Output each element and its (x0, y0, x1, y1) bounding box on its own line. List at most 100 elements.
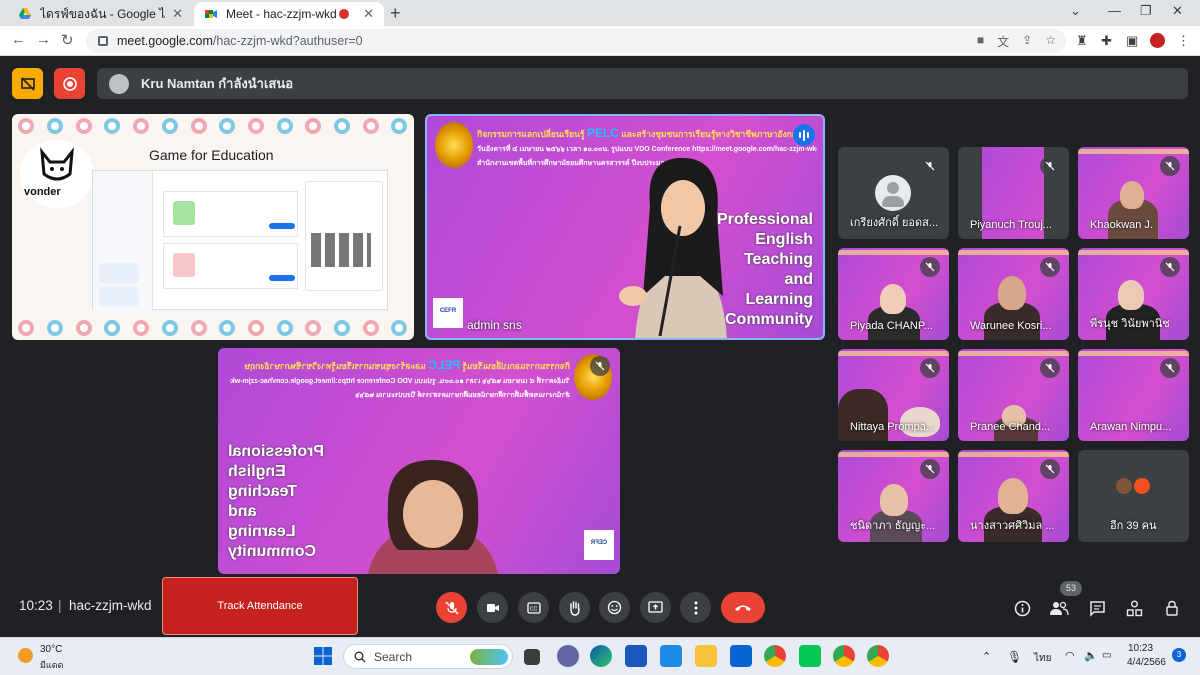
share-icon[interactable]: ⇪ (1022, 33, 1032, 50)
participant-tile[interactable]: Nittaya Prompa... (838, 349, 949, 441)
notification-badge[interactable]: 3 (1172, 648, 1186, 662)
word-icon[interactable] (625, 645, 647, 667)
reactions-button[interactable] (599, 592, 630, 623)
profile-avatar[interactable] (1150, 33, 1165, 48)
mic-toggle-button[interactable] (436, 592, 467, 623)
meeting-clock: 10:23 (19, 598, 53, 613)
participant-name: นางสาวศศิวิมล ... (970, 520, 1055, 532)
forward-icon[interactable]: → (36, 31, 51, 48)
speaker-tile-admin-sns[interactable]: กิจกรรมการแลกเปลี่ยนเรียนรู้ PELC และสร้… (425, 114, 825, 340)
edge-icon[interactable] (590, 645, 612, 667)
participant-tile[interactable]: ชนิดาภา ธัญญะ... (838, 450, 949, 542)
teams-chat-icon[interactable] (557, 645, 579, 667)
speaker-tile-kru-namtan[interactable]: กิจกรรมการแลกเปลี่ยนเรียนรู้ PELC และสร้… (218, 348, 620, 574)
muted-mic-icon (920, 459, 940, 479)
slide-title: Game for Education (149, 147, 274, 163)
url-input[interactable]: meet.google.com /hac-zzjm-wkd?authuser=0… (86, 29, 1066, 53)
more-options-button[interactable] (680, 592, 711, 623)
reload-icon[interactable]: ↻ (61, 31, 74, 49)
record-icon (62, 76, 77, 91)
donut-border-top (12, 116, 414, 136)
windows-start-icon[interactable] (313, 646, 335, 668)
more-participants-tile[interactable]: อีก 39 คน (1078, 450, 1189, 542)
vonder-app-screenshot (92, 170, 388, 311)
l-app-icon[interactable] (660, 645, 682, 667)
participant-name: Arawan Nimpu... (1090, 421, 1172, 433)
extension-icon[interactable]: ♜ (1076, 33, 1088, 49)
participant-avatar (1114, 476, 1134, 496)
raise-hand-button[interactable] (559, 592, 590, 623)
speaker-video-person (619, 157, 727, 338)
input-language[interactable]: ไทย (1034, 651, 1051, 666)
side-panel-icon[interactable]: ▣ (1126, 33, 1138, 49)
present-now-button[interactable] (640, 592, 671, 623)
screen-share-off-icon (20, 76, 35, 91)
recording-button[interactable] (54, 68, 85, 99)
taskbar-search-input[interactable]: Search (343, 644, 513, 669)
participant-tile[interactable]: Khaokwan J. (1078, 147, 1189, 239)
raise-hand-icon (569, 600, 580, 616)
camera-in-use-icon[interactable]: ■ (977, 33, 984, 50)
file-explorer-icon[interactable] (695, 645, 717, 667)
people-icon[interactable] (1049, 598, 1069, 618)
translate-icon[interactable]: 文 (997, 33, 1009, 50)
participant-tile[interactable]: Piyada CHANP... (838, 248, 949, 340)
chrome-icon[interactable] (764, 645, 786, 667)
restore-icon[interactable]: ❐ (1140, 3, 1152, 19)
wifi-icon[interactable]: ◠ (1065, 649, 1075, 662)
tab-google-meet[interactable]: Meet - hac-zzjm-wkd ✕ (194, 2, 384, 26)
new-tab-icon[interactable]: + (390, 3, 401, 24)
activities-icon[interactable] (1124, 598, 1144, 618)
stop-presenting-button[interactable] (12, 68, 43, 99)
close-tab-icon[interactable]: ✕ (363, 6, 374, 22)
participant-tile[interactable]: Piyanuch Trouj... (958, 147, 1069, 239)
line-icon[interactable] (799, 645, 821, 667)
bookmark-star-icon[interactable]: ☆ (1045, 33, 1056, 50)
meeting-details-icon[interactable] (1012, 598, 1032, 618)
chrome-profile-icon[interactable] (833, 645, 855, 667)
mail-icon[interactable] (730, 645, 752, 667)
minimize-icon[interactable]: — (1108, 3, 1121, 18)
battery-icon[interactable]: ▭ (1102, 650, 1111, 661)
tab-search-icon[interactable]: ⌄ (1070, 3, 1081, 19)
host-controls-icon[interactable] (1162, 598, 1182, 618)
taskbar-time[interactable]: 10:23 (1128, 643, 1153, 654)
close-window-icon[interactable]: ✕ (1172, 3, 1183, 19)
chrome-profile-icon[interactable] (867, 645, 889, 667)
extensions-puzzle-icon[interactable]: ✚ (1101, 33, 1112, 49)
participant-name: ชนิดาภา ธัญญะ... (850, 520, 936, 532)
participant-tile[interactable]: นางสาวศศิวิมล ... (958, 450, 1069, 542)
chat-icon[interactable] (1087, 598, 1107, 618)
participant-tile[interactable]: Pranee Chand... (958, 349, 1069, 441)
participant-tile[interactable]: พีรนุช วินัยพานิช (1078, 248, 1189, 340)
address-bar-row: ← → ↻ meet.google.com /hac-zzjm-wkd?auth… (0, 26, 1200, 56)
close-tab-icon[interactable]: ✕ (172, 6, 183, 22)
presenting-banner: Kru Namtan กำลังนำเสนอ (97, 68, 1188, 99)
participant-tile[interactable]: เกรียงศักดิ์ ยอดส... (838, 147, 949, 239)
microphone-tray-icon[interactable]: 🎙 (1007, 650, 1022, 664)
weather-sun-icon[interactable] (18, 648, 33, 663)
tab-google-drive[interactable]: ไดรฟ์ของฉัน - Google ไดรฟ์ ✕ (8, 2, 193, 26)
vonder-logo-text: vonder (24, 186, 61, 198)
taskbar-date[interactable]: 4/4/2566 (1127, 657, 1166, 668)
weather-temperature: 30°C (40, 644, 63, 655)
speaker-icon[interactable]: 🔈 (1084, 649, 1098, 662)
participant-tile[interactable]: Warunee Kosri... (958, 248, 1069, 340)
banner-line-3: สำนักงานเขตพื้นที่การศึกษามัธยมศึกษานครส… (355, 392, 570, 399)
captions-button[interactable]: CC (518, 592, 549, 623)
muted-mic-icon (1160, 257, 1180, 277)
more-vert-icon (694, 601, 697, 614)
leave-call-button[interactable] (721, 592, 765, 623)
show-hidden-icons[interactable]: ⌃ (982, 650, 991, 663)
tab-label: ไดรฟ์ของฉัน - Google ไดรฟ์ (40, 6, 166, 21)
task-view-icon[interactable] (524, 649, 540, 665)
browser-tab-bar: ไดรฟ์ของฉัน - Google ไดรฟ์ ✕ Meet - hac-… (0, 0, 1200, 26)
camera-toggle-button[interactable] (477, 592, 508, 623)
track-attendance-button[interactable]: Track Attendance (162, 577, 358, 635)
cefr-logo: CEFR (584, 530, 614, 560)
chrome-menu-icon[interactable]: ⋮ (1177, 33, 1190, 49)
lock-icon (98, 36, 108, 46)
back-icon[interactable]: ← (11, 31, 26, 48)
participant-tile[interactable]: Arawan Nimpu... (1078, 349, 1189, 441)
divider: | (58, 598, 62, 613)
